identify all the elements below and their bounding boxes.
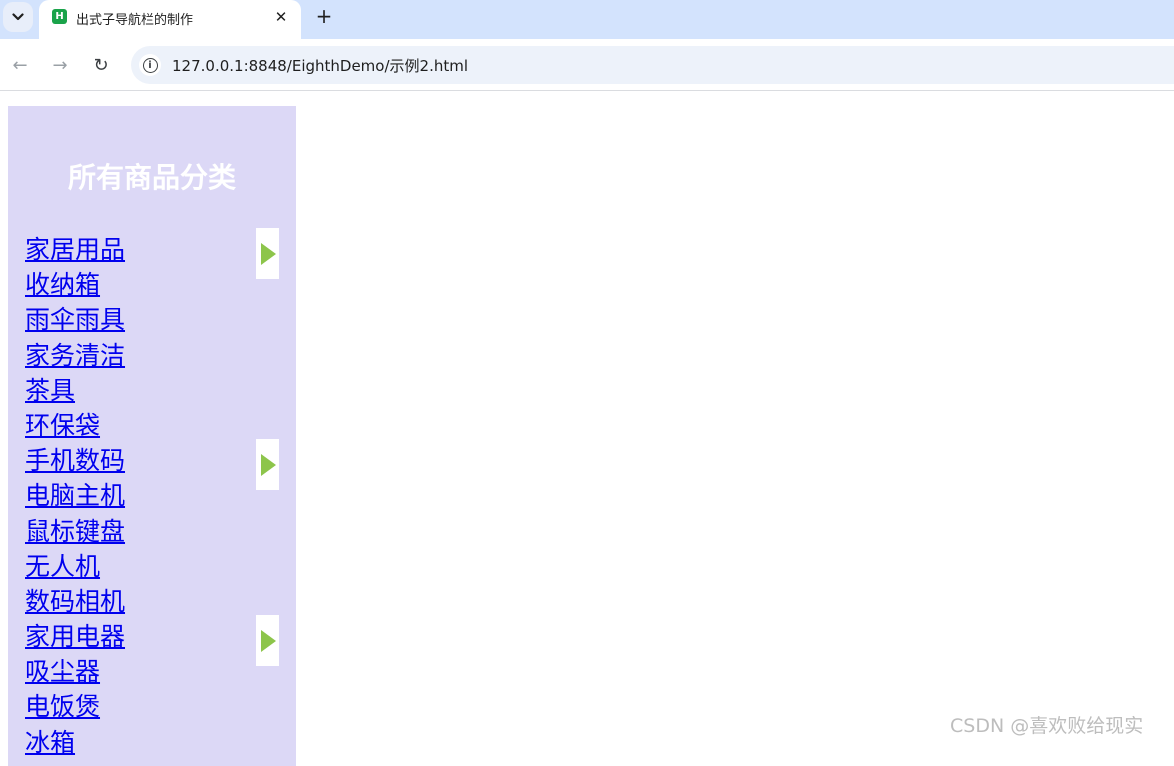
category-item: 家居用品 [25,230,125,265]
category-item: 电脑主机 [25,476,125,511]
category-link[interactable]: 数码相机 [25,587,125,616]
play-arrow-icon [260,242,276,265]
tab-search-button[interactable] [3,2,33,32]
category-link[interactable]: 环保袋 [25,411,100,440]
category-link[interactable]: 家务清洁 [25,341,125,370]
hbuilder-favicon-icon: H [52,9,67,24]
category-link[interactable]: 茶具 [25,376,75,405]
submenu-arrow-button[interactable] [256,615,279,667]
category-link[interactable]: 家居用品 [25,235,125,264]
category-link[interactable]: 冰箱 [25,728,75,757]
close-tab-icon[interactable]: ✕ [272,8,290,26]
category-link[interactable]: 收纳箱 [25,270,100,299]
category-item: 茶具 [25,371,125,406]
forward-button[interactable]: → [47,52,73,78]
reload-button[interactable]: ↻ [88,52,114,78]
tab-strip: H 出式子导航栏的制作 ✕ + [0,0,1174,39]
address-bar[interactable]: i 127.0.0.1:8848/EighthDemo/示例2.html [131,46,1174,84]
category-item: 收纳箱 [25,265,125,300]
back-button[interactable]: ← [7,52,33,78]
category-item: 家用电器 [25,617,125,652]
category-item: 吸尘器 [25,652,125,687]
category-item: 雨伞雨具 [25,300,125,335]
category-heading: 所有商品分类 [67,161,236,194]
category-item: 无人机 [25,547,125,582]
category-link[interactable]: 无人机 [25,552,100,581]
category-item: 家务清洁 [25,336,125,371]
tab-title: 出式子导航栏的制作 [76,13,194,28]
category-link[interactable]: 吸尘器 [25,657,100,686]
csdn-watermark: CSDN @喜欢败给现实 [950,715,1144,737]
category-link[interactable]: 雨伞雨具 [25,305,125,334]
info-icon: i [142,57,158,73]
new-tab-button[interactable]: + [312,4,336,28]
submenu-arrow-button[interactable] [256,228,279,279]
category-link[interactable]: 手机数码 [25,446,125,475]
play-arrow-icon [260,629,276,652]
browser-toolbar: ← → ↻ i 127.0.0.1:8848/EighthDemo/示例2.ht… [0,39,1174,91]
category-link[interactable]: 电饭煲 [25,692,100,721]
category-item: 数码相机 [25,582,125,617]
category-list: 家居用品收纳箱雨伞雨具家务清洁茶具环保袋手机数码电脑主机鼠标键盘无人机数码相机家… [25,230,125,758]
category-item: 鼠标键盘 [25,512,125,547]
category-item: 环保袋 [25,406,125,441]
category-link[interactable]: 家用电器 [25,622,125,651]
category-link[interactable]: 鼠标键盘 [25,517,125,546]
active-tab[interactable]: H 出式子导航栏的制作 ✕ [39,0,301,39]
category-item: 冰箱 [25,723,125,758]
category-item: 手机数码 [25,441,125,476]
submenu-arrow-button[interactable] [256,439,279,491]
category-link[interactable]: 电脑主机 [25,481,125,510]
url-text[interactable]: 127.0.0.1:8848/EighthDemo/示例2.html [172,55,468,76]
category-item: 电饭煲 [25,687,125,722]
play-arrow-icon [260,453,276,476]
site-info-button[interactable]: i [139,54,161,76]
chevron-down-icon [12,13,24,21]
